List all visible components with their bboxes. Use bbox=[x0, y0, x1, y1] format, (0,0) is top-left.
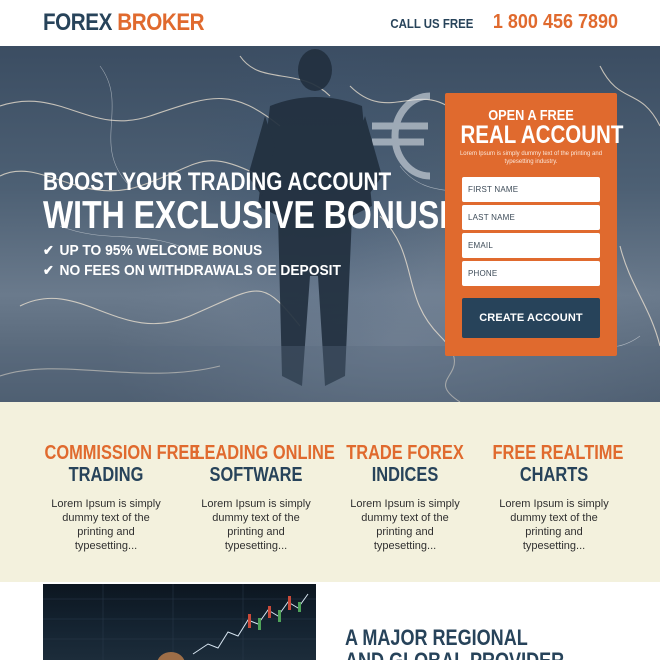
feature-title-line2: CHARTS bbox=[519, 464, 589, 486]
feature-description: Lorem Ipsum is simply dummy text of the … bbox=[499, 498, 609, 552]
hero-bullet-fees: ✔ NO FEES ON WITHDRAWALS OE DEPOSIT bbox=[43, 262, 341, 279]
check-icon: ✔ bbox=[43, 242, 54, 258]
feature-realtime-charts: FREE REALTIME CHARTS Lorem Ipsum is simp… bbox=[479, 442, 629, 553]
first-name-field[interactable] bbox=[462, 177, 600, 202]
phone-number[interactable]: 1 800 456 7890 bbox=[493, 11, 618, 34]
feature-description: Lorem Ipsum is simply dummy text of the … bbox=[350, 498, 460, 552]
check-icon: ✔ bbox=[43, 262, 54, 278]
feature-title-line2: TRADING bbox=[68, 464, 144, 486]
bullet-text: UP TO 95% WELCOME BONUS bbox=[59, 242, 263, 259]
features-section: COMMISSION FREE TRADING Lorem Ipsum is s… bbox=[0, 402, 660, 582]
feature-title-line1: TRADE FOREX bbox=[346, 442, 464, 464]
feature-trade-forex: TRADE FOREX INDICES Lorem Ipsum is simpl… bbox=[330, 442, 480, 553]
feature-title-line1: LEADING ONLINE bbox=[194, 442, 335, 464]
email-field[interactable] bbox=[462, 233, 600, 258]
feature-leading-software: LEADING ONLINE SOFTWARE Lorem Ipsum is s… bbox=[181, 442, 335, 553]
logo-text-forex: FOREX bbox=[43, 9, 112, 36]
feature-description: Lorem Ipsum is simply dummy text of the … bbox=[201, 498, 311, 552]
feature-title-line1: COMMISSION FREE bbox=[44, 442, 201, 464]
provider-heading-line2: AND GLOBAL PROVIDER bbox=[345, 648, 564, 660]
candlestick-chart-graphic bbox=[43, 584, 316, 660]
site-header: FOREX BROKER CALL US FREE 1 800 456 7890 bbox=[0, 0, 660, 46]
trading-chart-image bbox=[43, 584, 316, 660]
hero-heading-line1: BOOST YOUR TRADING ACCOUNT bbox=[43, 168, 392, 196]
phone-field[interactable] bbox=[462, 261, 600, 286]
create-account-button[interactable]: CREATE ACCOUNT bbox=[462, 298, 600, 338]
form-description: Lorem Ipsum is simply dummy text of the … bbox=[459, 151, 603, 165]
hero-heading-line2: WITH EXCLUSIVE BONUSES bbox=[43, 194, 482, 237]
feature-commission-free: COMMISSION FREE TRADING Lorem Ipsum is s… bbox=[31, 442, 201, 553]
form-title-large: REAL ACCOUNT bbox=[460, 121, 624, 149]
provider-section: A MAJOR REGIONAL AND GLOBAL PROVIDER bbox=[0, 582, 660, 660]
feature-description: Lorem Ipsum is simply dummy text of the … bbox=[51, 498, 161, 552]
open-account-form: OPEN A FREE REAL ACCOUNT Lorem Ipsum is … bbox=[445, 93, 624, 356]
call-label: CALL US FREE bbox=[389, 16, 473, 31]
call-us: CALL US FREE 1 800 456 7890 bbox=[379, 11, 618, 34]
bullet-text: NO FEES ON WITHDRAWALS OE DEPOSIT bbox=[59, 262, 341, 279]
feature-title-line1: FREE REALTIME bbox=[492, 442, 624, 464]
logo-text-broker: BROKER bbox=[117, 9, 205, 36]
hero-bullet-bonus: ✔ UP TO 95% WELCOME BONUS bbox=[43, 242, 262, 259]
feature-title-line2: SOFTWARE bbox=[209, 464, 303, 486]
logo[interactable]: FOREX BROKER bbox=[43, 9, 205, 37]
last-name-field[interactable] bbox=[462, 205, 600, 230]
feature-title-line2: INDICES bbox=[371, 464, 439, 486]
